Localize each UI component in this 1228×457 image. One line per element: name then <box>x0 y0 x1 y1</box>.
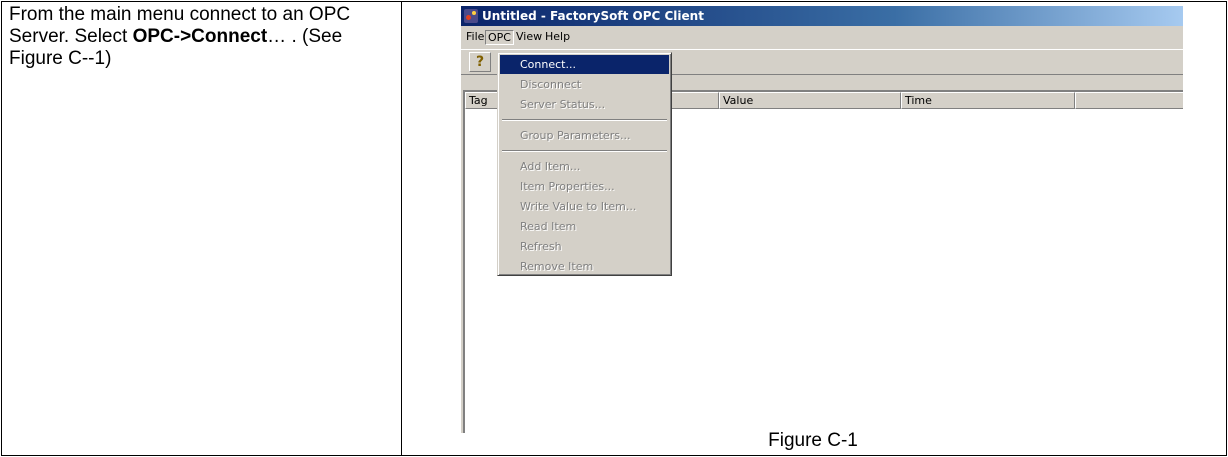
menu-item-remove-item[interactable]: Remove Item <box>500 257 669 276</box>
opc-dropdown-menu: Connect... Disconnect Server Status... G… <box>497 52 672 276</box>
column-header-extra[interactable] <box>1075 92 1183 109</box>
menu-item-connect[interactable]: Connect... <box>500 55 669 74</box>
menu-item-group-parameters[interactable]: Group Parameters... <box>500 126 669 145</box>
menu-separator <box>502 150 667 152</box>
window-titlebar[interactable]: Untitled - FactorySoft OPC Client <box>461 6 1183 26</box>
menu-item-add-item[interactable]: Add Item... <box>500 157 669 176</box>
menu-view[interactable]: View <box>514 30 544 45</box>
screenshot-figure: Untitled - FactorySoft OPC Client File O… <box>461 6 1183 433</box>
menu-item-server-status[interactable]: Server Status... <box>500 95 669 114</box>
column-header-time[interactable]: Time <box>901 92 1075 109</box>
menu-item-write-value[interactable]: Write Value to Item... <box>500 197 669 216</box>
menu-item-read-item[interactable]: Read Item <box>500 217 669 236</box>
factorysoft-app-icon <box>464 9 478 23</box>
help-icon[interactable]: ? <box>469 52 491 72</box>
menubar: File OPC View Help <box>461 27 1183 46</box>
menu-opc[interactable]: OPC <box>485 30 514 45</box>
figure-caption: Figure C-1 <box>768 430 858 451</box>
menu-separator <box>502 119 667 121</box>
window-title: Untitled - FactorySoft OPC Client <box>482 9 704 23</box>
menu-item-disconnect[interactable]: Disconnect <box>500 75 669 94</box>
instruction-text: From the main menu connect to an OPC Ser… <box>9 4 394 70</box>
menu-item-item-properties[interactable]: Item Properties... <box>500 177 669 196</box>
menu-item-refresh[interactable]: Refresh <box>500 237 669 256</box>
column-divider <box>401 2 402 455</box>
column-header-value[interactable]: Value <box>719 92 901 109</box>
menu-help[interactable]: Help <box>543 30 572 45</box>
menu-file[interactable]: File <box>464 30 486 45</box>
instruction-bold: OPC->Connect <box>132 26 268 47</box>
